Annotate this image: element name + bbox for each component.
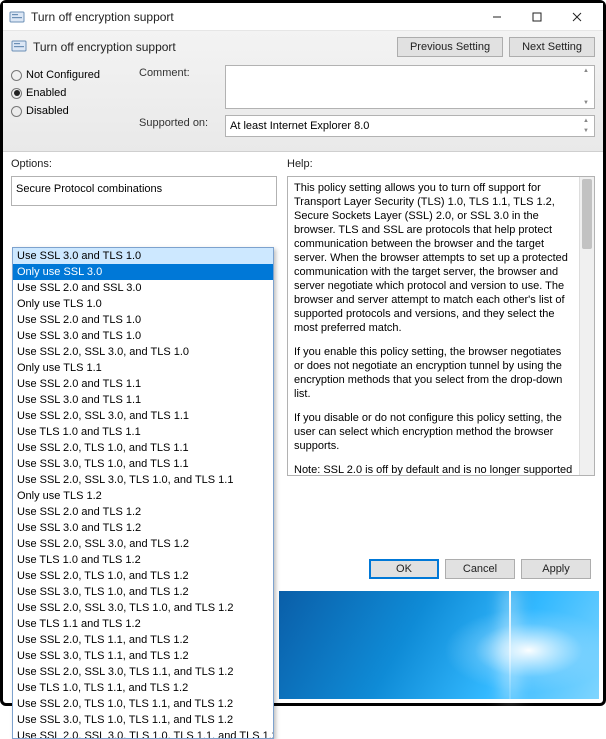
comment-textarea[interactable]: ▲▼: [225, 65, 595, 109]
options-label: Options:: [11, 158, 277, 170]
scrollbar-thumb[interactable]: [582, 179, 592, 249]
previous-setting-button[interactable]: Previous Setting: [397, 37, 503, 57]
dropdown-option[interactable]: Use TLS 1.0 and TLS 1.2: [13, 552, 273, 568]
dropdown-option[interactable]: Use SSL 2.0, SSL 3.0, and TLS 1.0: [13, 344, 273, 360]
policy-icon: [9, 9, 25, 25]
help-label: Help:: [287, 158, 595, 170]
help-paragraph: If you disable or do not configure this …: [294, 411, 588, 453]
radio-disabled[interactable]: Disabled: [11, 105, 131, 117]
supported-on-field: At least Internet Explorer 8.0 ▲ ▼: [225, 115, 595, 137]
dropdown-option[interactable]: Use SSL 2.0, SSL 3.0, TLS 1.0, and TLS 1…: [13, 600, 273, 616]
options-box: Secure Protocol combinations: [11, 176, 277, 206]
dropdown-option[interactable]: Use SSL 2.0, SSL 3.0, TLS 1.0, and TLS 1…: [13, 472, 273, 488]
policy-title: Turn off encryption support: [33, 40, 176, 54]
dropdown-option[interactable]: Use SSL 3.0, TLS 1.0, TLS 1.1, and TLS 1…: [13, 712, 273, 728]
chevron-down-icon[interactable]: ▼: [580, 100, 592, 106]
minimize-button[interactable]: [477, 5, 517, 29]
dropdown-option[interactable]: Use TLS 1.1 and TLS 1.2: [13, 616, 273, 632]
apply-button[interactable]: Apply: [521, 559, 591, 579]
help-paragraph: If you enable this policy setting, the b…: [294, 345, 588, 401]
dropdown-option[interactable]: Use SSL 2.0, SSL 3.0, and TLS 1.1: [13, 408, 273, 424]
scrollbar[interactable]: [579, 177, 594, 475]
supported-on-value: At least Internet Explorer 8.0: [230, 120, 369, 132]
options-dropdown-list[interactable]: Use SSL 3.0 and TLS 1.0Only use SSL 3.0U…: [12, 247, 274, 739]
chevron-down-icon[interactable]: ▼: [580, 128, 592, 134]
desktop-wallpaper: [279, 591, 599, 699]
close-button[interactable]: [557, 5, 597, 29]
options-dropdown-label: Secure Protocol combinations: [16, 181, 272, 201]
dropdown-option[interactable]: Use SSL 3.0 and TLS 1.1: [13, 392, 273, 408]
dropdown-option[interactable]: Use SSL 2.0 and TLS 1.2: [13, 504, 273, 520]
dropdown-option[interactable]: Use SSL 2.0, TLS 1.0, and TLS 1.1: [13, 440, 273, 456]
dropdown-option[interactable]: Use SSL 2.0, TLS 1.0, and TLS 1.2: [13, 568, 273, 584]
dropdown-option[interactable]: Only use TLS 1.0: [13, 296, 273, 312]
next-setting-button[interactable]: Next Setting: [509, 37, 595, 57]
help-paragraph: This policy setting allows you to turn o…: [294, 181, 588, 335]
dropdown-option[interactable]: Use SSL 2.0, TLS 1.1, and TLS 1.2: [13, 632, 273, 648]
window-title: Turn off encryption support: [31, 10, 477, 24]
radio-label: Enabled: [26, 87, 66, 99]
dropdown-option[interactable]: Only use TLS 1.2: [13, 488, 273, 504]
dropdown-option[interactable]: Use SSL 2.0 and TLS 1.0: [13, 312, 273, 328]
chevron-up-icon[interactable]: ▲: [580, 68, 592, 74]
dropdown-option[interactable]: Use SSL 3.0, TLS 1.0, and TLS 1.1: [13, 456, 273, 472]
radio-icon: [11, 70, 22, 81]
dropdown-option[interactable]: Use SSL 2.0, SSL 3.0, TLS 1.0, TLS 1.1, …: [13, 728, 273, 739]
radio-icon: [11, 106, 22, 117]
comment-label: Comment:: [139, 65, 219, 79]
maximize-button[interactable]: [517, 5, 557, 29]
help-paragraph: Note: SSL 2.0 is off by default and is n…: [294, 463, 588, 476]
titlebar: Turn off encryption support: [3, 3, 603, 31]
dropdown-option[interactable]: Only use TLS 1.1: [13, 360, 273, 376]
dropdown-option[interactable]: Use SSL 2.0, SSL 3.0, TLS 1.1, and TLS 1…: [13, 664, 273, 680]
dropdown-option[interactable]: Use SSL 3.0 and TLS 1.2: [13, 520, 273, 536]
ok-button[interactable]: OK: [369, 559, 439, 579]
dropdown-option[interactable]: Only use SSL 3.0: [13, 264, 273, 280]
radio-label: Not Configured: [26, 69, 100, 81]
dropdown-option[interactable]: Use TLS 1.0, TLS 1.1, and TLS 1.2: [13, 680, 273, 696]
chevron-up-icon[interactable]: ▲: [580, 118, 592, 124]
radio-enabled[interactable]: Enabled: [11, 87, 131, 99]
dropdown-option[interactable]: Use SSL 2.0 and SSL 3.0: [13, 280, 273, 296]
supported-on-label: Supported on:: [139, 115, 219, 129]
help-text: This policy setting allows you to turn o…: [287, 176, 595, 476]
cancel-button[interactable]: Cancel: [445, 559, 515, 579]
dropdown-option[interactable]: Use SSL 3.0, TLS 1.1, and TLS 1.2: [13, 648, 273, 664]
state-radio-group: Not Configured Enabled Disabled: [11, 65, 131, 137]
dropdown-option[interactable]: Use SSL 3.0 and TLS 1.0: [13, 328, 273, 344]
header-panel: Turn off encryption support Previous Set…: [3, 31, 603, 152]
dropdown-option[interactable]: Use SSL 3.0, TLS 1.0, and TLS 1.2: [13, 584, 273, 600]
dropdown-option[interactable]: Use SSL 2.0, SSL 3.0, and TLS 1.2: [13, 536, 273, 552]
dialog-buttons: OK Cancel Apply: [369, 559, 591, 579]
dropdown-option[interactable]: Use TLS 1.0 and TLS 1.1: [13, 424, 273, 440]
dropdown-option[interactable]: Use SSL 2.0 and TLS 1.1: [13, 376, 273, 392]
radio-label: Disabled: [26, 105, 69, 117]
radio-icon: [11, 88, 22, 99]
dropdown-option[interactable]: Use SSL 2.0, TLS 1.0, TLS 1.1, and TLS 1…: [13, 696, 273, 712]
policy-icon: [11, 38, 27, 57]
radio-not-configured[interactable]: Not Configured: [11, 69, 131, 81]
dropdown-option[interactable]: Use SSL 3.0 and TLS 1.0: [13, 248, 273, 264]
